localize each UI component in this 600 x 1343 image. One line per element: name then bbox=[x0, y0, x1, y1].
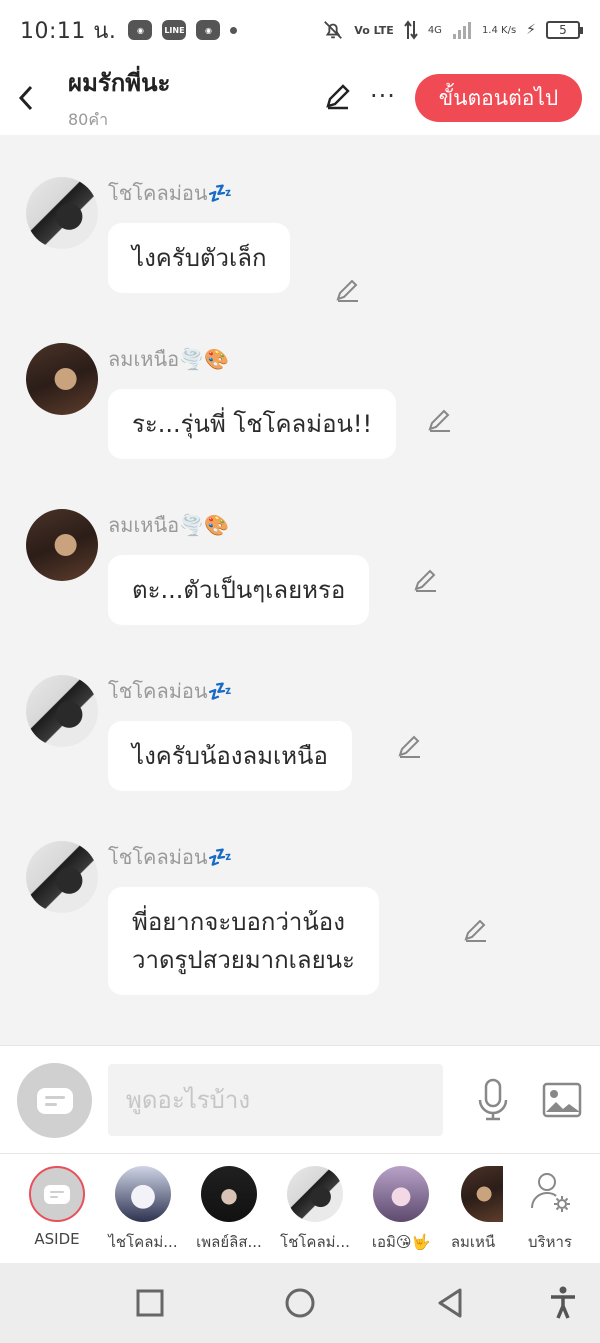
line-icon: LINE bbox=[162, 20, 187, 40]
character-name: ลมเหนื bbox=[450, 1233, 496, 1251]
avatar bbox=[373, 1166, 429, 1222]
message-bubble[interactable]: ไงครับน้องลมเหนือ bbox=[108, 721, 352, 791]
discord-icon: ◉ bbox=[196, 20, 221, 40]
message-bubble[interactable]: พี่อยากจะบอกว่าน้อง วาดรูปสวยมากเลยนะ bbox=[108, 887, 379, 995]
recents-button[interactable] bbox=[132, 1285, 168, 1321]
sender-name: โชโคลม่อน💤 bbox=[108, 679, 233, 703]
avatar[interactable] bbox=[26, 509, 98, 581]
word-count: 80คำ bbox=[68, 109, 109, 129]
pencil-icon bbox=[464, 919, 486, 942]
character-name: เอมิ😘🤟 bbox=[371, 1233, 431, 1251]
chevron-left-icon bbox=[18, 85, 33, 110]
character-aside[interactable]: ASIDE bbox=[13, 1164, 101, 1260]
edit-title-button[interactable] bbox=[322, 80, 354, 112]
character-item[interactable]: โชโคลม่... bbox=[271, 1164, 359, 1260]
character-bar: ASIDE ไชโคลม่... เพลย์ลิส... โชโคลม่... … bbox=[0, 1153, 600, 1263]
charging-icon: ⚡ bbox=[526, 22, 536, 38]
status-bar: 10:11 น. ◉ LINE ◉ Vo LTE 4G 1.4 K/s ⚡ 5 bbox=[0, 0, 600, 60]
status-app-icons: ◉ LINE ◉ bbox=[128, 20, 238, 40]
pencil-icon bbox=[414, 569, 436, 592]
aside-toggle-button[interactable] bbox=[17, 1063, 92, 1138]
discord-icon: ◉ bbox=[128, 20, 153, 40]
volte-indicator: Vo LTE bbox=[354, 23, 394, 37]
message-item: โชโคลม่อน💤 พี่อยากจะบอกว่าน้อง วาดรูปสวย… bbox=[0, 841, 600, 1011]
pencil-icon bbox=[398, 735, 420, 758]
avatar[interactable] bbox=[26, 177, 98, 249]
message-item: โชโคลม่อน💤 ไงครับน้องลมเหนือ bbox=[0, 675, 600, 805]
accessibility-icon bbox=[551, 1286, 575, 1319]
input-bar bbox=[0, 1045, 600, 1153]
character-name: โชโคลม่... bbox=[280, 1233, 350, 1251]
message-item: โชโคลม่อน💤 ไงครับตัวเล็ก bbox=[0, 177, 600, 307]
aside-avatar bbox=[29, 1166, 85, 1222]
message-item: ลมเหนือ🌪️🎨 ระ...รุ่นพี่ โชโคลม่อน!! bbox=[0, 343, 600, 473]
message-list: โชโคลม่อน💤 ไงครับตัวเล็ก ลมเหนือ🌪️🎨 ระ..… bbox=[0, 135, 600, 1045]
edit-message-button[interactable] bbox=[410, 565, 442, 597]
manage-label: บริหาร bbox=[528, 1233, 572, 1251]
character-name: เพลย์ลิส... bbox=[196, 1233, 262, 1251]
next-step-button[interactable]: ขั้นตอนต่อไป bbox=[415, 74, 582, 122]
character-item[interactable]: เอมิ😘🤟 bbox=[357, 1164, 445, 1260]
sender-name: โชโคลม่อน💤 bbox=[108, 845, 233, 869]
avatar bbox=[287, 1166, 343, 1222]
edit-message-button[interactable] bbox=[332, 275, 364, 307]
pencil-icon bbox=[326, 84, 350, 110]
data-arrows-icon bbox=[404, 20, 418, 40]
pencil-icon bbox=[428, 409, 450, 432]
character-name: ASIDE bbox=[34, 1230, 80, 1248]
image-button[interactable] bbox=[540, 1078, 584, 1122]
message-bubble[interactable]: ไงครับตัวเล็ก bbox=[108, 223, 291, 293]
home-button[interactable] bbox=[282, 1285, 318, 1321]
battery-icon: 5 bbox=[546, 21, 583, 39]
message-icon bbox=[36, 1087, 73, 1114]
character-item[interactable]: เพลย์ลิส... bbox=[185, 1164, 273, 1260]
sender-name: ลมเหนือ🌪️🎨 bbox=[108, 347, 229, 371]
message-bubble[interactable]: ระ...รุ่นพี่ โชโคลม่อน!! bbox=[108, 389, 397, 459]
image-icon bbox=[542, 1082, 582, 1118]
back-nav-button[interactable] bbox=[432, 1285, 468, 1321]
more-options-button[interactable]: ··· bbox=[368, 80, 398, 112]
character-item[interactable]: ลมเหนื bbox=[443, 1164, 503, 1260]
user-settings-icon bbox=[531, 1173, 570, 1212]
character-name: ไชโคลม่... bbox=[108, 1233, 178, 1251]
network-speed: 1.4 K/s bbox=[481, 24, 517, 36]
page-title: ผมรักพี่นะ bbox=[68, 68, 171, 97]
signal-4g: 4G bbox=[427, 24, 442, 36]
sender-name: โชโคลม่อน💤 bbox=[108, 181, 233, 205]
message-item: ลมเหนือ🌪️🎨 ตะ...ตัวเป็นๆเลยหรอ bbox=[0, 509, 600, 639]
avatar bbox=[201, 1166, 257, 1222]
triangle-back-icon bbox=[438, 1288, 462, 1318]
accessibility-button[interactable] bbox=[545, 1285, 581, 1321]
title-block: ผมรักพี่นะ 80คำ bbox=[68, 63, 170, 133]
manage-icon bbox=[528, 1168, 572, 1216]
avatar[interactable] bbox=[26, 343, 98, 415]
system-nav-bar bbox=[0, 1263, 600, 1343]
avatar[interactable] bbox=[26, 675, 98, 747]
manage-button[interactable]: บริหาร bbox=[512, 1164, 588, 1260]
square-icon bbox=[136, 1289, 164, 1317]
microphone-button[interactable] bbox=[472, 1076, 514, 1124]
chat-header: ผมรักพี่นะ 80คำ ··· ขั้นตอนต่อไป bbox=[0, 60, 600, 135]
avatar[interactable] bbox=[26, 841, 98, 913]
avatar bbox=[461, 1166, 503, 1222]
character-item[interactable]: ไชโคลม่... bbox=[99, 1164, 187, 1260]
edit-message-button[interactable] bbox=[460, 915, 492, 947]
status-indicators: Vo LTE 4G 1.4 K/s ⚡ 5 bbox=[322, 19, 583, 41]
signal-bars-icon bbox=[452, 22, 471, 39]
microphone-icon bbox=[478, 1078, 508, 1121]
notification-dot-icon bbox=[230, 26, 238, 34]
back-button[interactable] bbox=[0, 68, 52, 128]
status-time: 10:11 น. bbox=[20, 18, 117, 44]
edit-message-button[interactable] bbox=[424, 405, 456, 437]
circle-icon bbox=[285, 1288, 315, 1318]
message-input[interactable] bbox=[108, 1064, 443, 1136]
edit-message-button[interactable] bbox=[394, 731, 426, 763]
message-bubble[interactable]: ตะ...ตัวเป็นๆเลยหรอ bbox=[108, 555, 370, 625]
avatar bbox=[115, 1166, 171, 1222]
pencil-icon bbox=[336, 279, 358, 302]
message-icon bbox=[44, 1184, 70, 1204]
sender-name: ลมเหนือ🌪️🎨 bbox=[108, 513, 229, 537]
mute-bell-icon bbox=[324, 21, 343, 39]
